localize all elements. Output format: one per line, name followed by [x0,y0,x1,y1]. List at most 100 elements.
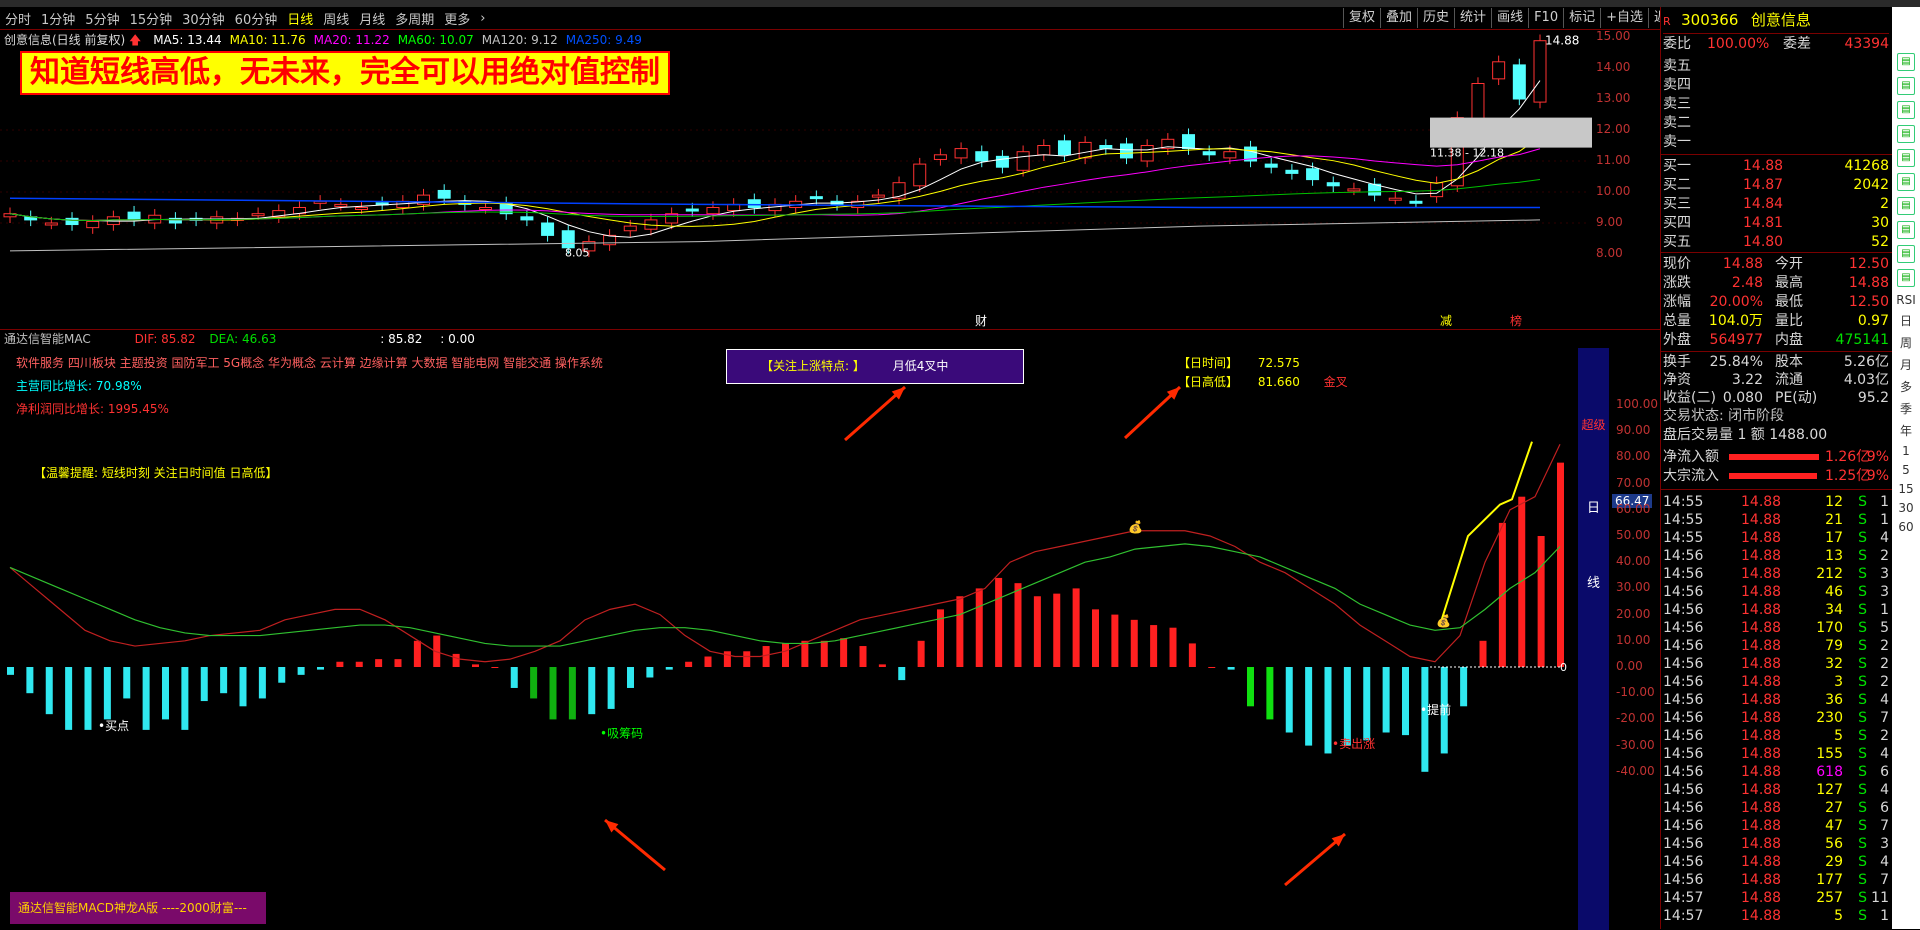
chevron-right-icon[interactable]: › [480,11,485,26]
range-box [1430,117,1592,148]
tick-side: S [1858,566,1867,582]
tick-row: 14:56 14.88 56 S 3 [1663,835,1889,854]
tick-count: 1 [1880,602,1889,618]
side-tool-30[interactable]: 30 [1892,501,1920,515]
candle [1119,137,1133,165]
side-tool-季[interactable]: 季 [1892,400,1920,417]
tick-row: 14:56 14.88 155 S 4 [1663,745,1889,764]
f10-button[interactable]: F10 [1528,8,1563,28]
period-5min[interactable]: 5分钟 [85,9,119,28]
tick-volume: 212 [1816,566,1843,582]
info-icon[interactable]: ▤ [1897,221,1915,239]
main-kline-chart[interactable]: 创意信息(日线 前复权) 🡅 MA5: 13.44 MA10: 11.76 MA20… [0,29,1660,330]
period-daily[interactable]: 日线 [287,9,313,28]
chart-icon[interactable]: ▤ [1897,53,1915,71]
stat2-value: 4.03亿 [1843,372,1889,388]
event-marker[interactable]: 财 [975,314,987,328]
buy-price: 14.84 [1743,196,1784,212]
period-monthly[interactable]: 月线 [359,9,385,28]
macd-bar [413,640,421,667]
mark-button[interactable]: 标记 [1563,8,1600,28]
side-tool-多[interactable]: 多 [1892,378,1920,395]
period-30min[interactable]: 30分钟 [182,9,225,28]
period-60min[interactable]: 60分钟 [235,9,278,28]
side-tool-15[interactable]: 15 [1892,482,1920,496]
period-more[interactable]: 更多 [444,9,470,28]
tick-volume: 127 [1816,782,1843,798]
big-inflow-label: 大宗流入 [1663,468,1719,484]
side-tool-年[interactable]: 年 [1892,422,1920,439]
candle [1057,134,1071,161]
restore-right-button[interactable]: 复权 [1343,8,1380,28]
stat2-label: PE(动) [1775,390,1818,406]
tick-side: S [1858,602,1867,618]
stat-value: 0.97 [1857,313,1889,329]
macd-bar [1072,588,1080,667]
period-15min[interactable]: 15分钟 [130,9,173,28]
price-tick: 13.00 [1596,91,1631,105]
tick-count: 5 [1880,620,1889,636]
candle [86,215,100,234]
tick-price: 14.88 [1741,818,1782,834]
period-intraday[interactable]: 分时 [5,9,31,28]
table-icon[interactable]: ▤ [1897,269,1915,287]
candle [1430,176,1444,203]
stat-value: 104.0万 [1708,313,1763,329]
period-1min[interactable]: 1分钟 [41,9,75,28]
stat2-row: 换手 25.84% 股本 5.26亿 [1663,353,1889,372]
draw-line-button[interactable]: 画线 [1491,8,1528,28]
statistics-button[interactable]: 统计 [1454,8,1491,28]
indicator-axis: 100.00 90.00 80.00 70.00 60.00 50.00 40.00 30.0… [1612,330,1660,929]
stat-row: 总量 104.0万 量比 0.97 [1663,312,1889,331]
indicator-pane[interactable]: 通达信智能MAC DIF: 85.82 DEA: 46.63 : 85.82 :… [0,330,1660,930]
candle [3,207,17,223]
tick-row: 14:56 14.88 13 S 2 [1663,547,1889,566]
side-tool-月[interactable]: 月 [1892,356,1920,373]
tick-volume: 5 [1834,728,1843,744]
tick-row: 14:57 14.88 257 S 11 [1663,889,1889,908]
side-tool-60[interactable]: 60 [1892,520,1920,534]
period-multi[interactable]: 多周期 [395,9,434,28]
macd-bar [646,667,654,678]
tick-volume: 3 [1834,674,1843,690]
macd-bar [840,638,848,667]
buy-volume: 30 [1871,215,1889,231]
grid-icon[interactable]: ▤ [1897,149,1915,167]
side-tool-周[interactable]: 周 [1892,334,1920,351]
tick-row: 14:55 14.88 12 S 1 [1663,493,1889,512]
tick-row: 14:56 14.88 618 S 6 [1663,763,1889,782]
macd-bar [820,640,828,667]
tick-time: 14:56 [1663,638,1704,654]
list-icon[interactable]: ▤ [1897,197,1915,215]
event-marker[interactable]: 减 [1440,314,1452,328]
candle [168,212,182,230]
buy-row: 买四 14.81 30 [1663,214,1889,233]
macd-bar [200,667,208,702]
compare-icon[interactable]: ▤ [1897,173,1915,191]
add-favorite-button[interactable]: +自选 [1600,8,1648,28]
macd-bar [7,667,14,675]
tick-volume: 170 [1816,620,1843,636]
side-tool-1[interactable]: 1 [1892,444,1920,458]
tick-count: 2 [1880,674,1889,690]
period-weekly[interactable]: 周线 [323,9,349,28]
macd-bar [1169,627,1177,667]
bar-icon[interactable]: ▤ [1897,77,1915,95]
side-tool-RSI[interactable]: RSI [1892,293,1920,307]
line-icon[interactable]: ▤ [1897,101,1915,119]
tick-count: 4 [1880,530,1889,546]
side-tool-5[interactable]: 5 [1892,463,1920,477]
macd-bar [510,667,518,688]
candle [541,216,555,242]
macd-bar [1460,667,1468,707]
event-marker[interactable]: 榜 [1510,313,1522,328]
tick-time: 14:56 [1663,836,1704,852]
overlay-button[interactable]: 叠加 [1380,8,1417,28]
indicator-tick: -10.00 [1616,685,1655,700]
side-tool-日[interactable]: 日 [1892,312,1920,329]
macd-bar [762,646,770,667]
gear-icon[interactable]: ▤ [1897,245,1915,263]
history-button[interactable]: 历史 [1417,8,1454,28]
tick-side: S [1858,584,1867,600]
kline-icon[interactable]: ▤ [1897,125,1915,143]
